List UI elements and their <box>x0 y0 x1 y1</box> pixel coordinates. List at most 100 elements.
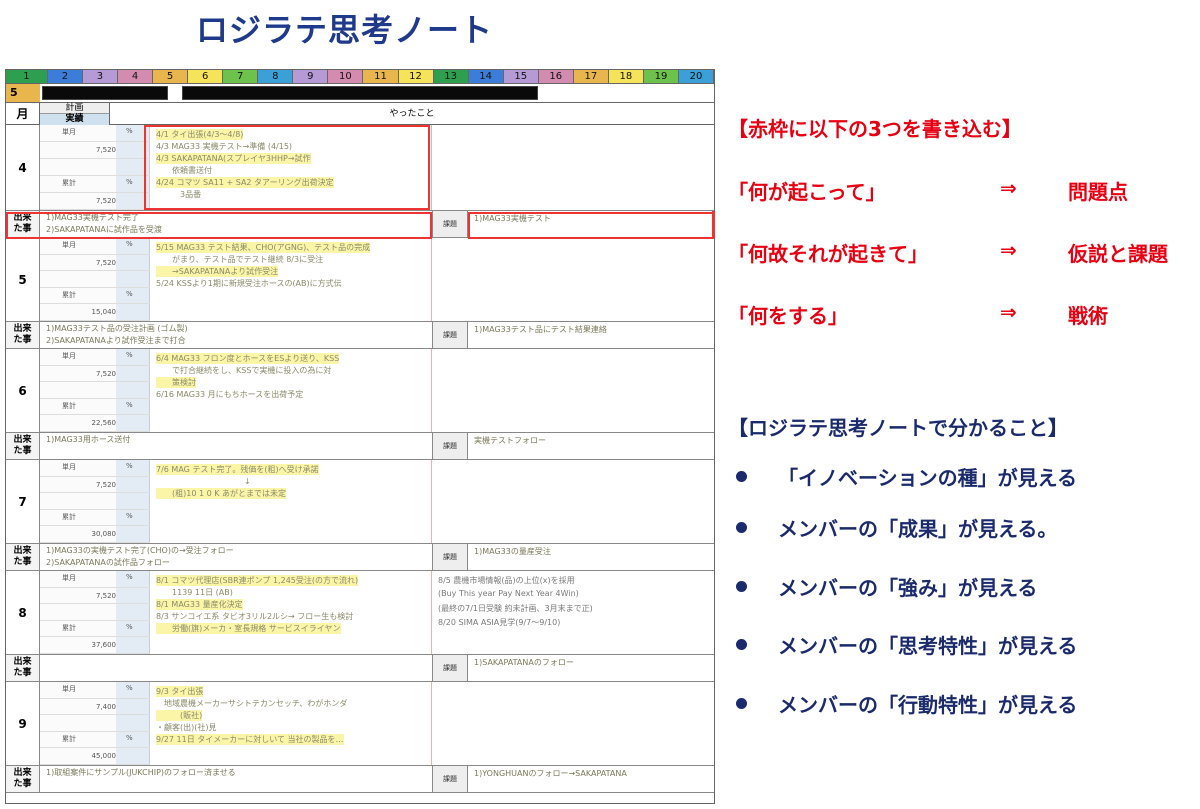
stats-panel: 単月% 7,400 累計% 45,000 <box>40 682 150 765</box>
stat-line: 7,520 <box>40 255 150 272</box>
red-frame-plan <box>144 125 430 210</box>
plan-note: がまり、テスト品でテスト継続 8/3に受注 <box>156 255 324 264</box>
mapping-left: 「何をする」 <box>728 304 848 328</box>
event-text: 1)MAG33用ホース送付 <box>46 435 131 444</box>
stat-line: 単月% <box>40 349 150 366</box>
mapping-right: 問題点 <box>1068 180 1128 204</box>
month-block: 6 単月% 7,520 累計% 22,560 6/4 MAG33 フロン度とホースをESよ… <box>6 349 714 433</box>
plan-note: 策検討 <box>156 377 196 388</box>
plan-note: ・顧客(出)(社)見 <box>156 723 217 732</box>
plan-note: (販社) <box>156 710 203 721</box>
issue-text: 1)MAG33の量産受注 <box>474 547 551 556</box>
stats-panel: 単月% 7,520 累計% 7,520 <box>40 125 150 210</box>
stat-line: 累計% <box>40 399 150 416</box>
result-note: 8/20 SIMA ASIA見学(9/7〜9/10) <box>438 618 561 627</box>
event-row: 出来 た事 1)MAG33用ホース送付 課題 実機テストフォロー <box>6 433 714 460</box>
mapping-right: 仮説と課題 <box>1068 242 1168 266</box>
plan-note: 6/16 MAG33 月にもちホースを出荷予定 <box>156 390 304 399</box>
plan-note: で打合継続をし、KSSで実機に投入の為に対 <box>156 366 332 375</box>
stat-line <box>40 382 150 399</box>
stats-panel: 単月% 7,520 累計% 15,040 <box>40 238 150 321</box>
stat-line: 単月% <box>40 571 150 588</box>
stats-panel: 単月% 7,520 累計% 37,600 <box>40 571 150 654</box>
stat-line <box>40 271 150 288</box>
plan-notes-area: 6/4 MAG33 フロン度とホースをESより送り、KSS で打合継続をし、KS… <box>150 349 432 432</box>
benefits-title: 【ロジラテ思考ノートで分かること】 <box>728 416 1068 440</box>
event-label: 出来 た事 <box>6 433 40 459</box>
event-label: 出来 た事 <box>6 544 40 570</box>
done-header: やったこと <box>389 109 435 119</box>
benefit-item: メンバーの「思考特性」が見える <box>778 634 1078 658</box>
column-ruler: 1 2 3 4 5 6 7 8 9 10 11 12 13 14 15 16 17 18 19 20 <box>6 70 715 83</box>
instruction-title: 【赤枠に以下の3つを書き込む】 <box>728 117 1022 141</box>
benefit-item: メンバーの「成果」が見える。 <box>778 517 1058 541</box>
ruler-cell: 6 <box>188 70 224 83</box>
stat-line: 累計% <box>40 621 150 638</box>
plan-notes-area: 5/15 MAG33 テスト結果、CHO(アGNG)、テスト品の完成 がまり、テ… <box>150 238 432 321</box>
mapping-arrow: ⇒ <box>1000 300 1017 324</box>
event-row: 出来 た事 課題 1)SAKAPATANAのフォロー <box>6 655 714 682</box>
bullet-icon <box>736 639 747 650</box>
plan-note: ↓ <box>156 477 251 486</box>
issue-label: 課題 <box>432 433 468 459</box>
stat-line: 累計% <box>40 288 150 305</box>
plan-note: 1139 11日 (AB) <box>156 588 233 597</box>
stat-line: 単月% <box>40 125 150 142</box>
event-text-2: 2)SAKAPATANAの試作品フォロー <box>46 558 170 567</box>
month-block: 5 単月% 7,520 累計% 15,040 5/15 MAG33 テスト結果、CHO(ア… <box>6 238 714 322</box>
issue-label: 課題 <box>432 655 468 681</box>
plan-note: 5/15 MAG33 テスト結果、CHO(アGNG)、テスト品の完成 <box>156 242 371 253</box>
plan-note: 8/3 サンコイエ系 タビオ3リル2ルシ→ フロー生も検討 <box>156 612 354 621</box>
issue-label: 課題 <box>432 211 468 237</box>
month-header: 月 <box>6 103 40 125</box>
bullet-icon <box>736 698 747 709</box>
month-label: 5 <box>6 238 40 321</box>
event-label: 出来 た事 <box>6 655 40 681</box>
event-label: 出来 た事 <box>6 766 40 792</box>
plan-header: 計画 <box>40 103 110 114</box>
redacted-title-block <box>182 86 538 100</box>
issue-label: 課題 <box>432 544 468 570</box>
plan-note: 6/4 MAG33 フロン度とホースをESより送り、KSS <box>156 353 340 364</box>
plan-notes-area: 9/3 タイ出張 地域農機メーカーサシトテカンセッチ、わがホンダ (販社) ・顧客… <box>150 682 432 765</box>
stat-line <box>40 493 150 510</box>
mapping-arrow: ⇒ <box>1000 176 1017 200</box>
plan-note: 7/6 MAG テスト完了。残価を(粗)へ受け承諾 <box>156 464 319 475</box>
stat-line: 累計% <box>40 510 150 527</box>
event-text: 1)取組案件にサンプル(JUKCHIP)のフォロー済ませる <box>46 768 236 777</box>
benefit-item: メンバーの「強み」が見える <box>778 576 1038 600</box>
plan-notes-area: 8/1 コマツ代理店(SBR連ポンプ 1,245受注(の方で流れ) 1139 1… <box>150 571 432 654</box>
plan-note: 8/1 コマツ代理店(SBR連ポンプ 1,245受注(の方で流れ) <box>156 575 359 586</box>
stat-line: 7,520 <box>40 193 150 210</box>
stat-line: 7,520 <box>40 477 150 494</box>
ruler-cell: 13 <box>433 70 469 83</box>
month-label: 9 <box>6 682 40 765</box>
mapping-right: 戦術 <box>1068 304 1108 328</box>
ruler-cell: 15 <box>503 70 539 83</box>
benefit-item: 「イノベーションの種」が見える <box>778 466 1077 490</box>
stat-line: 15,040 <box>40 304 150 321</box>
stat-line: 45,000 <box>40 748 150 765</box>
red-frame-marker <box>712 211 715 238</box>
ruler-cell: 11 <box>363 70 399 83</box>
stat-line: 30,080 <box>40 526 150 543</box>
bullet-icon <box>736 581 747 592</box>
stat-line: 37,600 <box>40 637 150 654</box>
thinking-note-sheet: 1 2 3 4 5 6 7 8 9 10 11 12 13 14 15 16 17 18 19 20 5 月 計画 実… <box>5 69 715 804</box>
current-month-cell: 5 <box>6 84 40 102</box>
stat-line <box>40 159 150 176</box>
issue-label: 課題 <box>432 766 468 792</box>
ruler-cell: 3 <box>82 70 118 83</box>
stats-panel: 単月% 7,520 累計% 30,080 <box>40 460 150 543</box>
plan-note: 8/1 MAG33 量産化決定 <box>156 599 243 610</box>
event-text: 1)MAG33テスト品の受注計画 (ゴム製) <box>46 324 188 333</box>
stat-line: 7,400 <box>40 699 150 716</box>
event-text: 1)MAG33の実機テスト完了(CHO)の→受注フォロー <box>46 546 234 555</box>
issue-text: 実機テストフォロー <box>474 436 546 445</box>
result-note: (Buy This year Pay Next Year 4Win) <box>438 589 579 598</box>
mapping-left: 「何が起こって」 <box>728 180 886 204</box>
month-block: 8 単月% 7,520 累計% 37,600 8/1 コマツ代理店(SBR連ポンプ 1,2… <box>6 571 714 655</box>
plan-note: 5/24 KSSより1期に新規受注ホースの(AB)に方式伝 <box>156 279 342 288</box>
ruler-cell: 9 <box>293 70 329 83</box>
result-note: (最終の7/1日受験 約未計画、3月末まで正) <box>438 604 593 613</box>
